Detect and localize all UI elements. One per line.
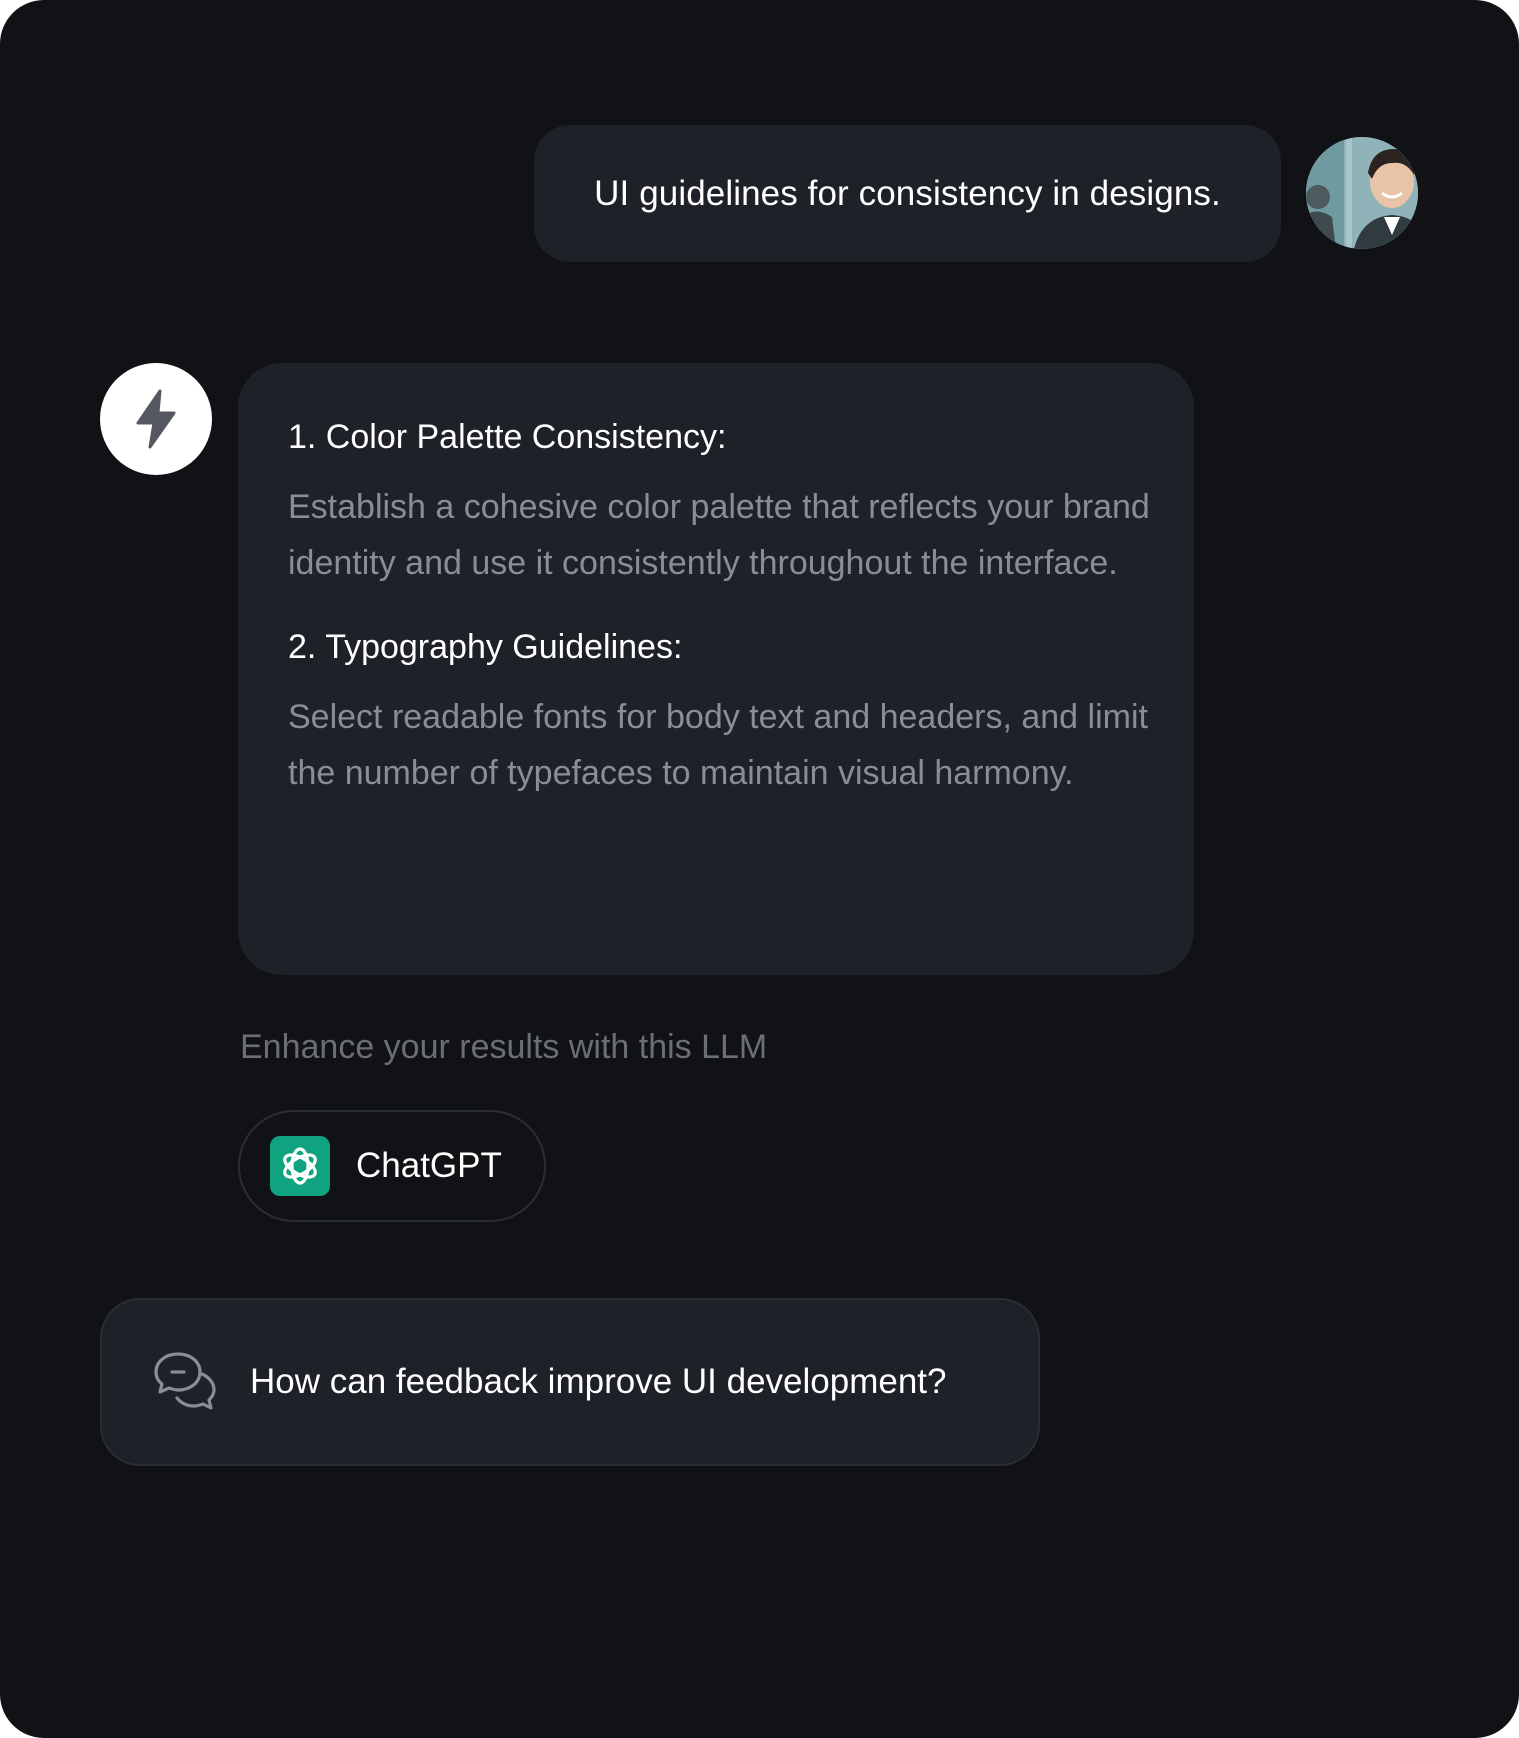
assistant-avatar [100,363,212,475]
section-title: 1. Color Palette Consistency: [288,418,727,456]
openai-logo-icon [270,1136,330,1196]
enhance-label: Enhance your results with this LLM [240,1028,768,1066]
suggested-question-button[interactable]: How can feedback improve UI development? [100,1298,1040,1466]
section-body: Select readable fonts for body text and … [288,698,1148,792]
lightning-bolt-icon [136,389,176,449]
user-message-bubble: UI guidelines for consistency in designs… [534,125,1281,262]
suggested-question-text: How can feedback improve UI development? [250,1362,947,1401]
assistant-message-bubble: 1. Color Palette Consistency: Establish … [238,363,1194,975]
section-body: Establish a cohesive color palette that … [288,488,1150,582]
llm-name-label: ChatGPT [356,1146,502,1185]
chat-window: UI guidelines for consistency in designs… [0,0,1519,1738]
user-avatar[interactable] [1306,137,1418,249]
llm-chatgpt-button[interactable]: ChatGPT [238,1110,546,1222]
chat-bubbles-icon [154,1352,216,1410]
section-title: 2. Typography Guidelines: [288,628,683,666]
user-message-text: UI guidelines for consistency in designs… [594,173,1221,213]
avatar-photo [1306,137,1418,249]
